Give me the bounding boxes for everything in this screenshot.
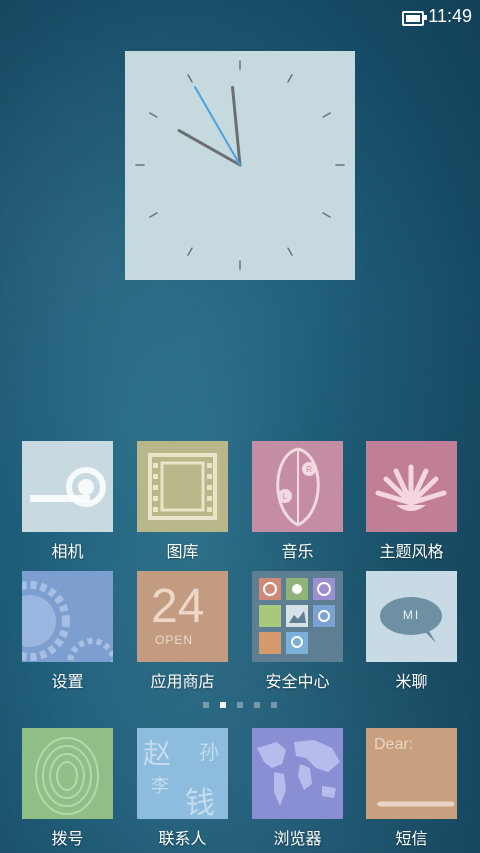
page-dot[interactable] bbox=[203, 702, 209, 708]
clock-tick bbox=[187, 247, 193, 256]
phone-icon bbox=[22, 728, 113, 819]
music-icon: R L bbox=[252, 441, 343, 532]
app-phone[interactable]: 拨号 bbox=[22, 728, 113, 849]
clock-face bbox=[135, 60, 345, 270]
page-dot[interactable] bbox=[271, 702, 277, 708]
app-label: 米聊 bbox=[395, 672, 428, 691]
clock-tick bbox=[287, 247, 293, 256]
theme-icon bbox=[366, 441, 457, 532]
page-dot[interactable] bbox=[237, 702, 243, 708]
contacts-icon: 赵 孙 李 钱 bbox=[137, 728, 228, 819]
app-label: 主题风格 bbox=[379, 542, 444, 561]
clock-tick bbox=[322, 212, 331, 218]
clock-tick bbox=[322, 112, 331, 118]
app-label: 音乐 bbox=[281, 542, 314, 561]
contact-char: 赵 bbox=[143, 737, 172, 770]
svg-text:L: L bbox=[283, 492, 288, 501]
clock-tick bbox=[287, 74, 293, 83]
app-label: 拨号 bbox=[51, 829, 84, 848]
settings-icon bbox=[22, 571, 113, 662]
svg-text:R: R bbox=[306, 465, 312, 474]
app-camera[interactable]: 相机 bbox=[22, 441, 113, 562]
status-time: 11:49 bbox=[428, 6, 472, 26]
app-contacts[interactable]: 赵 孙 李 钱 联系人 bbox=[137, 728, 228, 849]
messaging-icon: Dear: bbox=[366, 728, 457, 819]
app-label: 联系人 bbox=[158, 829, 207, 848]
app-music[interactable]: R L 音乐 bbox=[252, 441, 343, 562]
app-label: 短信 bbox=[395, 829, 428, 848]
app-mi-talk[interactable]: MI 米聊 bbox=[366, 571, 457, 692]
status-bar: 11:49 bbox=[0, 0, 480, 36]
contact-char: 孙 bbox=[199, 740, 219, 764]
page-indicator bbox=[0, 700, 480, 710]
gallery-icon bbox=[137, 441, 228, 532]
app-store-number: 24 bbox=[151, 580, 205, 633]
clock-tick bbox=[149, 112, 158, 118]
clock-tick bbox=[149, 212, 158, 218]
app-label: 相机 bbox=[51, 542, 84, 561]
mi-talk-icon: MI bbox=[366, 571, 457, 662]
app-messaging[interactable]: Dear: 短信 bbox=[366, 728, 457, 849]
battery-icon bbox=[402, 11, 427, 26]
app-label: 浏览器 bbox=[273, 829, 322, 848]
analog-clock-widget[interactable] bbox=[125, 51, 355, 280]
app-gallery[interactable]: 图库 bbox=[137, 441, 228, 562]
app-label: 应用商店 bbox=[150, 672, 215, 691]
app-label: 图库 bbox=[166, 542, 199, 561]
page-dot[interactable] bbox=[254, 702, 260, 708]
app-store-subtext: OPEN bbox=[155, 633, 194, 647]
clock-tick bbox=[187, 74, 193, 83]
app-themes[interactable]: 主题风格 bbox=[366, 441, 457, 562]
browser-icon bbox=[252, 728, 343, 819]
security-center-icon bbox=[252, 571, 343, 662]
contact-char: 钱 bbox=[185, 786, 215, 819]
app-label: 设置 bbox=[51, 672, 84, 691]
app-security-center[interactable]: 安全中心 bbox=[252, 571, 343, 692]
mi-talk-bubble-text: MI bbox=[402, 608, 421, 622]
contact-char: 李 bbox=[151, 776, 169, 797]
app-label: 安全中心 bbox=[265, 672, 330, 691]
app-store[interactable]: 24 OPEN 应用商店 bbox=[137, 571, 228, 692]
page-dot-active[interactable] bbox=[220, 702, 226, 708]
app-settings[interactable]: 设置 bbox=[22, 571, 113, 692]
camera-icon bbox=[22, 441, 113, 532]
app-browser[interactable]: 浏览器 bbox=[252, 728, 343, 849]
dock: 拨号 赵 孙 李 钱 联系人 浏览器 Dear: 短信 bbox=[0, 718, 480, 853]
app-store-icon: 24 OPEN bbox=[137, 571, 228, 662]
